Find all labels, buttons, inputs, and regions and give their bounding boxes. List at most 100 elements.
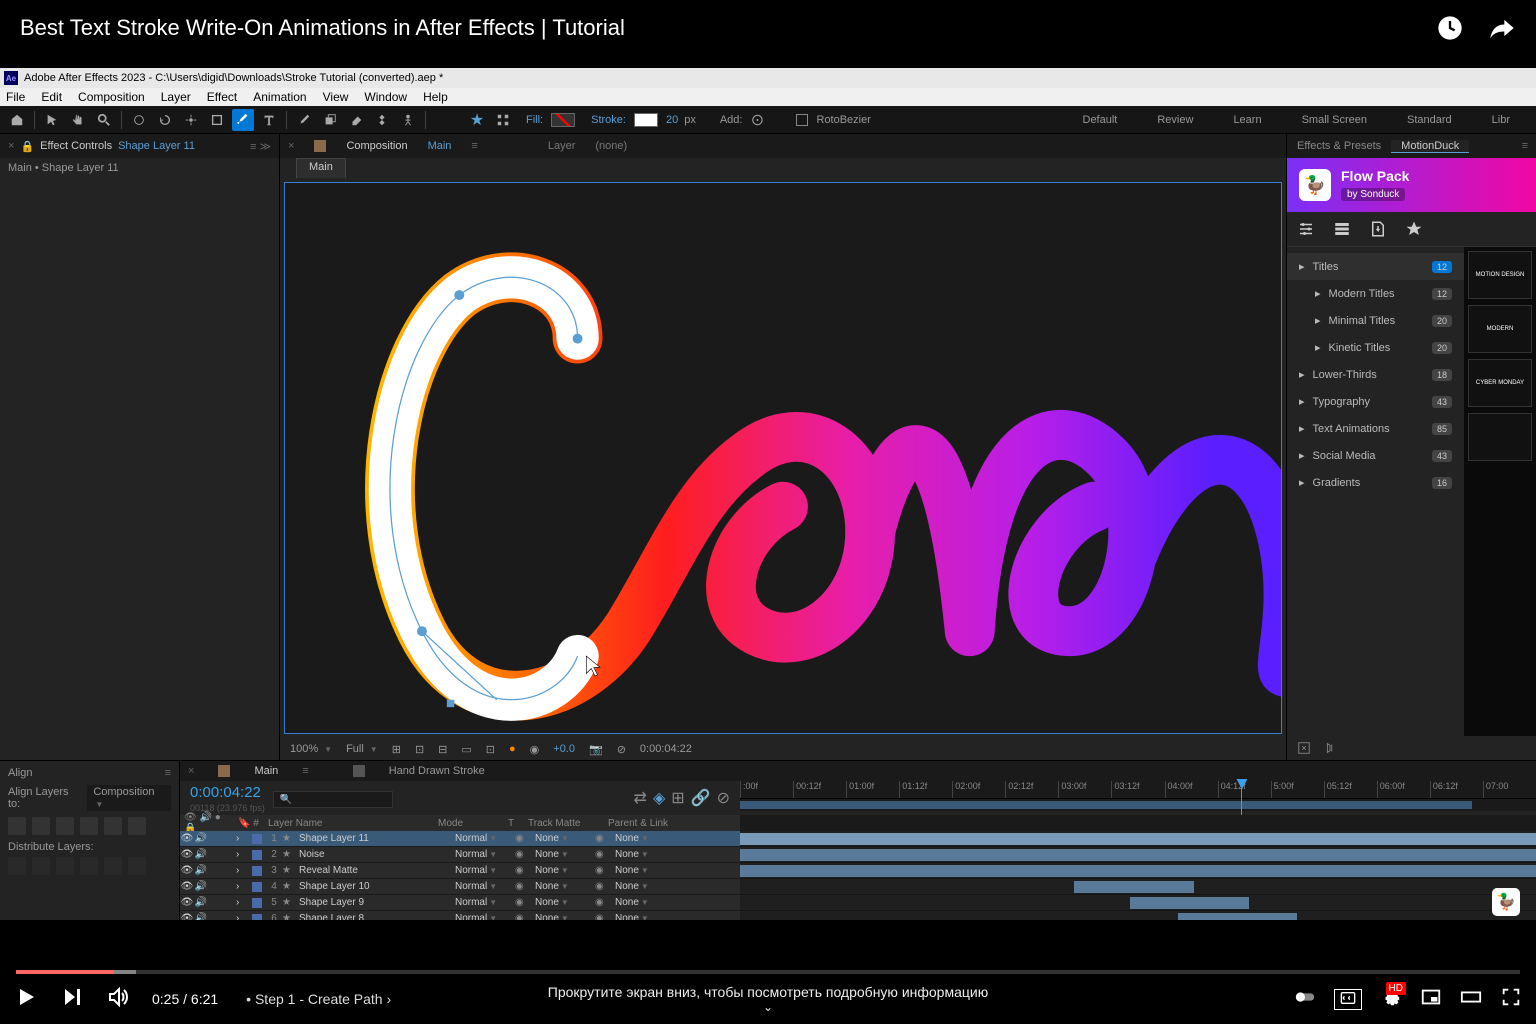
- effect-controls-tab[interactable]: Effect Controls: [40, 140, 112, 152]
- comp-subtab-main[interactable]: Main: [296, 158, 346, 178]
- import-icon[interactable]: [1369, 220, 1387, 238]
- vp-icon[interactable]: ▭: [461, 743, 471, 756]
- add-dropdown[interactable]: ⊙: [746, 109, 768, 131]
- workspace-review[interactable]: Review: [1157, 114, 1193, 126]
- vp-icon[interactable]: ⊟: [438, 743, 447, 756]
- timeline-layer-row[interactable]: 👁🔊 › 6 ★ Shape Layer 8 Normal▼ ◉ None▼ ◉…: [180, 911, 1536, 920]
- workspace-learn[interactable]: Learn: [1233, 114, 1261, 126]
- distribute-icon[interactable]: [104, 857, 122, 875]
- align-left-icon[interactable]: [8, 817, 26, 835]
- selection-tool[interactable]: [41, 109, 63, 131]
- stroke-swatch[interactable]: [634, 113, 658, 127]
- audio-icon[interactable]: [1323, 741, 1337, 755]
- tab-motionduck[interactable]: MotionDuck: [1391, 140, 1469, 153]
- puppet-tool[interactable]: [397, 109, 419, 131]
- zoom-dropdown[interactable]: 100%▼: [290, 743, 332, 755]
- vp-icon[interactable]: ⊞: [392, 743, 401, 756]
- exposure-value[interactable]: +0.0: [553, 743, 575, 755]
- workspace-standard[interactable]: Standard: [1407, 114, 1452, 126]
- flow-thumbnail[interactable]: CYBER MONDAY: [1468, 359, 1532, 407]
- align-vcenter-icon[interactable]: [104, 817, 122, 835]
- anchor-tool[interactable]: [180, 109, 202, 131]
- align-bottom-icon[interactable]: [128, 817, 146, 835]
- layer-tab-label[interactable]: Layer: [548, 140, 576, 152]
- flow-nav-item[interactable]: ▸Social Media43: [1287, 442, 1464, 469]
- star-icon[interactable]: [1405, 220, 1423, 238]
- flow-thumbnail[interactable]: [1468, 413, 1532, 461]
- eraser-tool[interactable]: [345, 109, 367, 131]
- tl-tool-icon[interactable]: ⊞: [671, 788, 684, 808]
- tl-tool-icon[interactable]: ⇄: [634, 788, 647, 808]
- menu-file[interactable]: File: [6, 90, 25, 104]
- distribute-icon[interactable]: [8, 857, 26, 875]
- exposure-reset-icon[interactable]: ◉: [530, 743, 540, 756]
- flow-nav-item[interactable]: ▸Text Animations85: [1287, 415, 1464, 442]
- align-hcenter-icon[interactable]: [32, 817, 50, 835]
- flow-nav-item[interactable]: ▸Kinetic Titles20: [1287, 334, 1464, 361]
- distribute-icon[interactable]: [32, 857, 50, 875]
- distribute-icon[interactable]: [128, 857, 146, 875]
- roto-tool[interactable]: [371, 109, 393, 131]
- home-tool[interactable]: [6, 109, 28, 131]
- fullscreen-button[interactable]: [1500, 986, 1522, 1013]
- settings-button[interactable]: HD: [1380, 986, 1402, 1013]
- orbit-tool[interactable]: [128, 109, 150, 131]
- menu-composition[interactable]: Composition: [78, 90, 145, 104]
- distribute-icon[interactable]: [56, 857, 74, 875]
- list-icon[interactable]: [1333, 220, 1351, 238]
- timeline-tab-hand-drawn[interactable]: Hand Drawn Stroke: [389, 765, 485, 777]
- rotobezier-checkbox[interactable]: [796, 114, 808, 126]
- rotate-tool[interactable]: [154, 109, 176, 131]
- clone-tool[interactable]: [319, 109, 341, 131]
- timeline-layer-row[interactable]: 👁🔊 › 3 ★ Reveal Matte Normal▼ ◉ None▼ ◉ …: [180, 863, 1536, 879]
- workspace-default[interactable]: Default: [1083, 114, 1118, 126]
- vp-icon[interactable]: ⊡: [415, 743, 424, 756]
- tab-effects-presets[interactable]: Effects & Presets: [1287, 140, 1391, 152]
- composition-tab[interactable]: Composition: [346, 140, 407, 152]
- menu-edit[interactable]: Edit: [41, 90, 62, 104]
- align-layers-to-dropdown[interactable]: Composition ▼: [87, 785, 171, 811]
- fill-swatch[interactable]: [551, 113, 575, 127]
- timeline-layer-row[interactable]: 👁🔊 › 5 ★ Shape Layer 9 Normal▼ ◉ None▼ ◉…: [180, 895, 1536, 911]
- flow-thumbnail[interactable]: MOTION DESIGN: [1468, 251, 1532, 299]
- flow-nav-item[interactable]: ▸Gradients16: [1287, 469, 1464, 496]
- menu-layer[interactable]: Layer: [161, 90, 191, 104]
- menu-window[interactable]: Window: [364, 90, 407, 104]
- menu-effect[interactable]: Effect: [207, 90, 237, 104]
- align-right-icon[interactable]: [56, 817, 74, 835]
- flow-nav-item[interactable]: ▸Modern Titles12: [1287, 280, 1464, 307]
- tl-tool-icon[interactable]: ⊘: [717, 788, 730, 808]
- volume-button[interactable]: [106, 985, 130, 1014]
- expand-icon[interactable]: [1297, 741, 1311, 755]
- resolution-dropdown[interactable]: Full▼: [346, 743, 378, 755]
- flow-nav-item[interactable]: ▸Minimal Titles20: [1287, 307, 1464, 334]
- flow-nav-item[interactable]: ▸Titles12: [1287, 253, 1464, 280]
- tl-tool-icon[interactable]: ◈: [653, 788, 665, 808]
- star-icon[interactable]: ★: [466, 109, 488, 131]
- flow-nav-item[interactable]: ▸Lower-Thirds18: [1287, 361, 1464, 388]
- pen-tool[interactable]: [232, 109, 254, 131]
- timeline-layer-row[interactable]: 👁🔊 › 1 ★ Shape Layer 11 Normal▼ ◉ None▼ …: [180, 831, 1536, 847]
- flow-thumbnail[interactable]: MODERN: [1468, 305, 1532, 353]
- align-top-icon[interactable]: [80, 817, 98, 835]
- watch-later-icon[interactable]: [1436, 14, 1464, 42]
- youtube-chapter[interactable]: • Step 1 - Create Path ›: [246, 991, 391, 1007]
- vp-icon[interactable]: ⊘: [617, 743, 626, 756]
- distribute-icon[interactable]: [80, 857, 98, 875]
- tl-tool-icon[interactable]: 🔗: [691, 788, 711, 808]
- current-timecode[interactable]: 0:00:04:22: [190, 784, 265, 801]
- shape-tool[interactable]: [206, 109, 228, 131]
- timeline-layer-row[interactable]: 👁🔊 › 4 ★ Shape Layer 10 Normal▼ ◉ None▼ …: [180, 879, 1536, 895]
- theater-button[interactable]: [1460, 986, 1482, 1013]
- menu-help[interactable]: Help: [423, 90, 448, 104]
- timeline-layer-row[interactable]: 👁🔊 › 2 ★ Noise Normal▼ ◉ None▼ ◉ None▼: [180, 847, 1536, 863]
- work-area-bar[interactable]: [740, 801, 1472, 809]
- snapshot-icon[interactable]: 📷: [589, 743, 603, 756]
- captions-button[interactable]: [1334, 989, 1362, 1010]
- autoplay-toggle[interactable]: [1294, 986, 1316, 1013]
- color-mgmt-icon[interactable]: ●: [509, 743, 516, 755]
- hand-tool[interactable]: [67, 109, 89, 131]
- vp-icon[interactable]: ⊡: [486, 743, 495, 756]
- share-icon[interactable]: [1488, 14, 1516, 42]
- zoom-tool[interactable]: [93, 109, 115, 131]
